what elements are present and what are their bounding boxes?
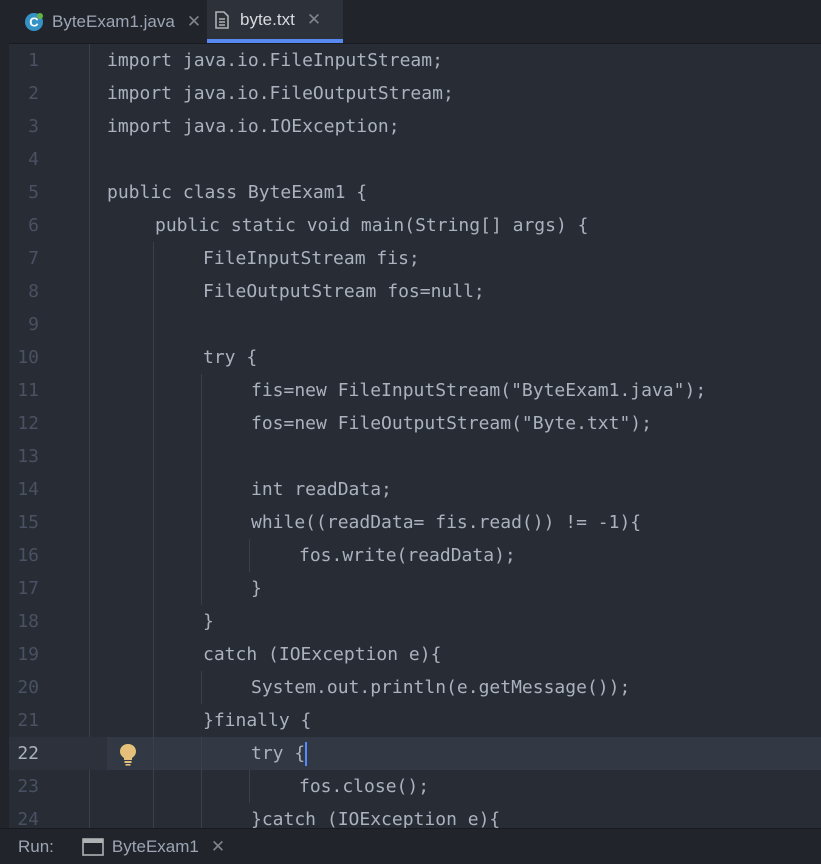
- run-label: Run:: [18, 836, 54, 856]
- lightbulb-icon[interactable]: [118, 742, 138, 766]
- code-text: fos.close();: [299, 776, 430, 797]
- indent-guide: [201, 374, 202, 605]
- code-line[interactable]: 8 FileOutputStream fos=null;: [9, 275, 821, 308]
- line-number: 12: [17, 413, 39, 434]
- code-text: FileOutputStream fos=null;: [203, 281, 485, 302]
- code-text: catch (IOException e){: [203, 644, 442, 665]
- code-text: import java.io.FileInputStream;: [107, 50, 443, 71]
- code-line[interactable]: 14 int readData;: [9, 473, 821, 506]
- code-line[interactable]: 5 public class ByteExam1 {: [9, 176, 821, 209]
- line-number: 18: [17, 611, 39, 632]
- run-console-icon: [82, 837, 104, 856]
- code-line[interactable]: 21 }finally {: [9, 704, 821, 737]
- code-text: fos.write(readData);: [299, 545, 516, 566]
- line-number: 10: [17, 347, 39, 368]
- code-line[interactable]: 4: [9, 143, 821, 176]
- code-text: System.out.println(e.getMessage());: [251, 677, 631, 698]
- line-number: 14: [17, 479, 39, 500]
- line-number: 5: [28, 182, 39, 203]
- indent-guide: [201, 671, 202, 704]
- indent-guide: [249, 770, 250, 803]
- editor-tab-bar: C ByteExam1.java ✕ byte.txt ✕: [9, 0, 821, 44]
- line-number: 16: [17, 545, 39, 566]
- code-line[interactable]: 20 System.out.println(e.getMessage());: [9, 671, 821, 704]
- line-number: 24: [17, 809, 39, 828]
- line-number: 3: [28, 116, 39, 137]
- line-number: 11: [17, 380, 39, 401]
- code-text: FileInputStream fis;: [203, 248, 420, 269]
- code-line[interactable]: 11 fis=new FileInputStream("ByteExam1.jav…: [9, 374, 821, 407]
- code-text: import java.io.FileOutputStream;: [107, 83, 454, 104]
- line-number: 22: [17, 743, 39, 764]
- code-line[interactable]: 18}: [9, 605, 821, 638]
- code-line[interactable]: 16 fos.write(readData);: [9, 539, 821, 572]
- code-line[interactable]: 7 FileInputStream fis;: [9, 242, 821, 275]
- line-number: 8: [28, 281, 39, 302]
- tab-label: byte.txt: [240, 9, 295, 29]
- code-line[interactable]: 24 }catch (IOException e){: [9, 803, 821, 828]
- code-line[interactable]: 10 try {: [9, 341, 821, 374]
- line-number: 7: [28, 248, 39, 269]
- code-text: }: [251, 578, 262, 599]
- line-number: 17: [17, 578, 39, 599]
- code-text: }: [203, 611, 214, 632]
- line-number: 15: [17, 512, 39, 533]
- code-line[interactable]: 17}: [9, 572, 821, 605]
- line-number: 21: [17, 710, 39, 731]
- code-text: import java.io.IOException;: [107, 116, 400, 137]
- line-number: 2: [28, 83, 39, 104]
- text-caret: [305, 742, 308, 766]
- indent-guide: [153, 242, 154, 828]
- code-line[interactable]: 12 fos=new FileOutputStream("Byte.txt");: [9, 407, 821, 440]
- line-number: 13: [17, 446, 39, 467]
- code-line[interactable]: 6 public static void main(String[] args) …: [9, 209, 821, 242]
- text-file-icon: [215, 10, 229, 29]
- code-line[interactable]: 13: [9, 440, 821, 473]
- java-class-icon: C: [25, 12, 43, 31]
- close-icon[interactable]: ✕: [211, 837, 225, 857]
- code-text: try {: [251, 743, 306, 764]
- tab-byteexam1-java[interactable]: C ByteExam1.java ✕: [19, 0, 207, 43]
- code-text: fis=new FileInputStream("ByteExam1.java"…: [251, 380, 707, 401]
- code-text: }finally {: [203, 710, 312, 731]
- line-number: 1: [28, 50, 39, 71]
- code-line[interactable]: 15 while((readData= fis.read()) != -1){: [9, 506, 821, 539]
- code-text: int readData;: [251, 479, 392, 500]
- indent-guide: [201, 737, 202, 828]
- line-number: 23: [17, 776, 39, 797]
- code-text: try {: [203, 347, 258, 368]
- close-icon[interactable]: ✕: [187, 12, 201, 32]
- code-text: fos=new FileOutputStream("Byte.txt");: [251, 413, 652, 434]
- code-line[interactable]: 2 import java.io.FileOutputStream;: [9, 77, 821, 110]
- line-number: 19: [17, 644, 39, 665]
- line-number: 9: [28, 314, 39, 335]
- run-config-tab[interactable]: ByteExam1: [112, 837, 199, 857]
- run-tool-window-bar: Run: ByteExam1 ✕: [0, 828, 821, 864]
- tab-byte-txt[interactable]: byte.txt ✕: [207, 0, 343, 43]
- close-icon[interactable]: ✕: [307, 10, 321, 30]
- line-number: 20: [17, 677, 39, 698]
- code-text: while((readData= fis.read()) != -1){: [251, 512, 642, 533]
- code-line[interactable]: 9: [9, 308, 821, 341]
- code-text: public class ByteExam1 {: [107, 182, 368, 203]
- code-text: public static void main(String[] args) {: [155, 215, 589, 236]
- line-number: 6: [28, 215, 39, 236]
- line-number: 4: [28, 149, 39, 170]
- tab-label: ByteExam1.java: [52, 11, 175, 31]
- code-editor[interactable]: 1 import java.io.FileInputStream; 2 import …: [9, 44, 821, 828]
- code-line[interactable]: 19 catch (IOException e){: [9, 638, 821, 671]
- code-line[interactable]: 23 fos.close();: [9, 770, 821, 803]
- current-line-highlight: [107, 737, 821, 770]
- indent-guide: [249, 539, 250, 572]
- code-line[interactable]: 1 import java.io.FileInputStream;: [9, 44, 821, 77]
- code-text: }catch (IOException e){: [251, 809, 501, 828]
- code-line[interactable]: 3 import java.io.IOException;: [9, 110, 821, 143]
